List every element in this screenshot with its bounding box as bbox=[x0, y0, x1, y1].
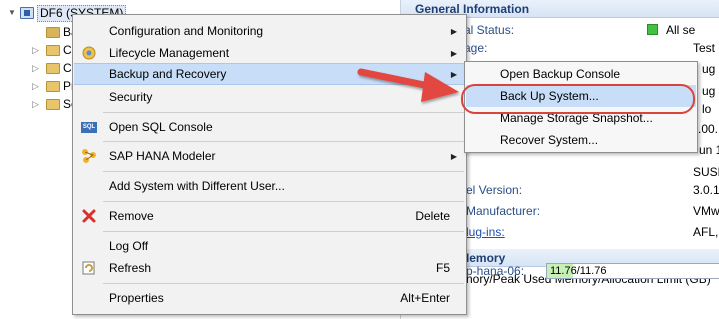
submenu-arrow-icon: ▶ bbox=[450, 151, 457, 161]
folder-icon bbox=[46, 44, 60, 56]
backup-icon bbox=[46, 26, 60, 38]
menu-item-label: Lifecycle Management bbox=[109, 46, 230, 60]
info-label-usage: age: bbox=[464, 41, 488, 55]
menu-separator bbox=[103, 201, 464, 202]
menu-item-log-off[interactable]: Log Off bbox=[74, 235, 465, 257]
sql-console-icon: SQL bbox=[81, 122, 97, 133]
system-icon bbox=[20, 7, 34, 19]
info-value-manufacturer: VMw bbox=[693, 204, 719, 218]
menu-item-properties[interactable]: Properties Alt+Enter bbox=[74, 287, 465, 309]
menu-item-open-sql-console[interactable]: SQL Open SQL Console bbox=[74, 116, 465, 138]
menu-item-shortcut: Delete bbox=[415, 209, 450, 223]
info-label-manufacturer: Manufacturer: bbox=[466, 204, 541, 218]
menu-item-label: Open SQL Console bbox=[109, 120, 213, 134]
menu-item-shortcut: Alt+Enter bbox=[400, 291, 450, 305]
info-value-plugins: AFL, bbox=[693, 225, 719, 239]
menu-separator bbox=[103, 231, 464, 232]
submenu-item-open-backup-console[interactable]: Open Backup Console bbox=[466, 63, 696, 85]
folder-icon bbox=[46, 62, 60, 74]
info-value-status: All se bbox=[666, 23, 696, 37]
menu-item-label: SAP HANA Modeler bbox=[109, 149, 216, 163]
info-value-4: ug bbox=[702, 84, 716, 98]
info-value-3: ug bbox=[702, 62, 716, 76]
menu-item-label: Backup and Recovery bbox=[109, 67, 227, 81]
memory-usage-bar: 11.76/11.76 bbox=[546, 263, 719, 279]
expand-icon[interactable]: ▷ bbox=[32, 96, 42, 112]
status-ok-icon bbox=[647, 24, 658, 35]
menu-item-label: Security bbox=[109, 90, 153, 104]
remove-icon bbox=[81, 208, 97, 224]
submenu-arrow-icon: ▶ bbox=[450, 26, 457, 36]
submenu-item-recover-system[interactable]: Recover System... bbox=[466, 129, 696, 151]
info-value-6: .00. bbox=[698, 122, 719, 136]
menu-item-refresh[interactable]: Refresh F5 bbox=[74, 257, 465, 279]
submenu-item-label: Open Backup Console bbox=[500, 67, 621, 81]
info-value-usage: Test bbox=[693, 41, 716, 55]
tree-item-security[interactable]: ▷ Se bbox=[32, 96, 78, 112]
submenu-item-label: Recover System... bbox=[500, 133, 599, 147]
folder-icon bbox=[46, 98, 60, 110]
tree-item-provisioning[interactable]: ▷ Pr bbox=[32, 78, 75, 94]
memory-usage-value: 11.76/11.76 bbox=[550, 265, 607, 277]
menu-separator bbox=[103, 141, 464, 142]
highlight-ring bbox=[461, 84, 695, 114]
menu-separator bbox=[103, 283, 464, 284]
menu-item-label: Properties bbox=[109, 291, 164, 305]
menu-item-label: Configuration and Monitoring bbox=[109, 24, 264, 38]
info-value-kernel: 3.0.1 bbox=[693, 183, 719, 197]
tree-item-backup[interactable]: Ba bbox=[32, 24, 78, 40]
menu-item-shortcut: F5 bbox=[435, 261, 450, 275]
info-value-5: lo bbox=[702, 102, 712, 116]
info-label-status: al Status: bbox=[464, 23, 515, 37]
refresh-icon bbox=[81, 260, 97, 276]
expand-icon[interactable]: ▷ bbox=[32, 60, 42, 76]
expand-icon[interactable]: ▷ bbox=[32, 42, 42, 58]
menu-item-label: Refresh bbox=[109, 261, 152, 275]
context-menu: Configuration and Monitoring ▶ Lifecycle… bbox=[72, 14, 467, 315]
menu-item-add-system-different-user[interactable]: Add System with Different User... bbox=[74, 175, 465, 197]
info-value-8: SUSE bbox=[693, 165, 719, 179]
menu-item-label: Remove bbox=[109, 209, 154, 223]
menu-item-configuration-monitoring[interactable]: Configuration and Monitoring ▶ bbox=[74, 20, 465, 42]
menu-item-label: Log Off bbox=[109, 239, 149, 253]
menu-item-remove[interactable]: Remove Delete bbox=[74, 205, 465, 227]
info-value-7: un 1 bbox=[699, 143, 719, 157]
menu-separator bbox=[103, 112, 464, 113]
menu-item-label: Add System with Different User... bbox=[109, 179, 285, 193]
memory-host-label: p-hana-06: bbox=[466, 264, 525, 278]
modeler-icon bbox=[81, 148, 97, 164]
info-label-kernel: el Version: bbox=[466, 183, 523, 197]
expand-icon[interactable]: ▷ bbox=[32, 78, 42, 94]
menu-item-sap-hana-modeler[interactable]: SAP HANA Modeler ▶ bbox=[74, 145, 465, 167]
collapse-icon[interactable]: ▼ bbox=[8, 8, 18, 18]
plugins-link[interactable]: lug-ins: bbox=[466, 224, 505, 240]
annotation-arrow-icon bbox=[357, 68, 459, 102]
folder-icon bbox=[46, 80, 60, 92]
lifecycle-icon bbox=[81, 45, 97, 61]
menu-item-lifecycle-management[interactable]: Lifecycle Management ▶ bbox=[74, 42, 465, 64]
submenu-arrow-icon: ▶ bbox=[450, 48, 457, 58]
menu-separator bbox=[103, 171, 464, 172]
